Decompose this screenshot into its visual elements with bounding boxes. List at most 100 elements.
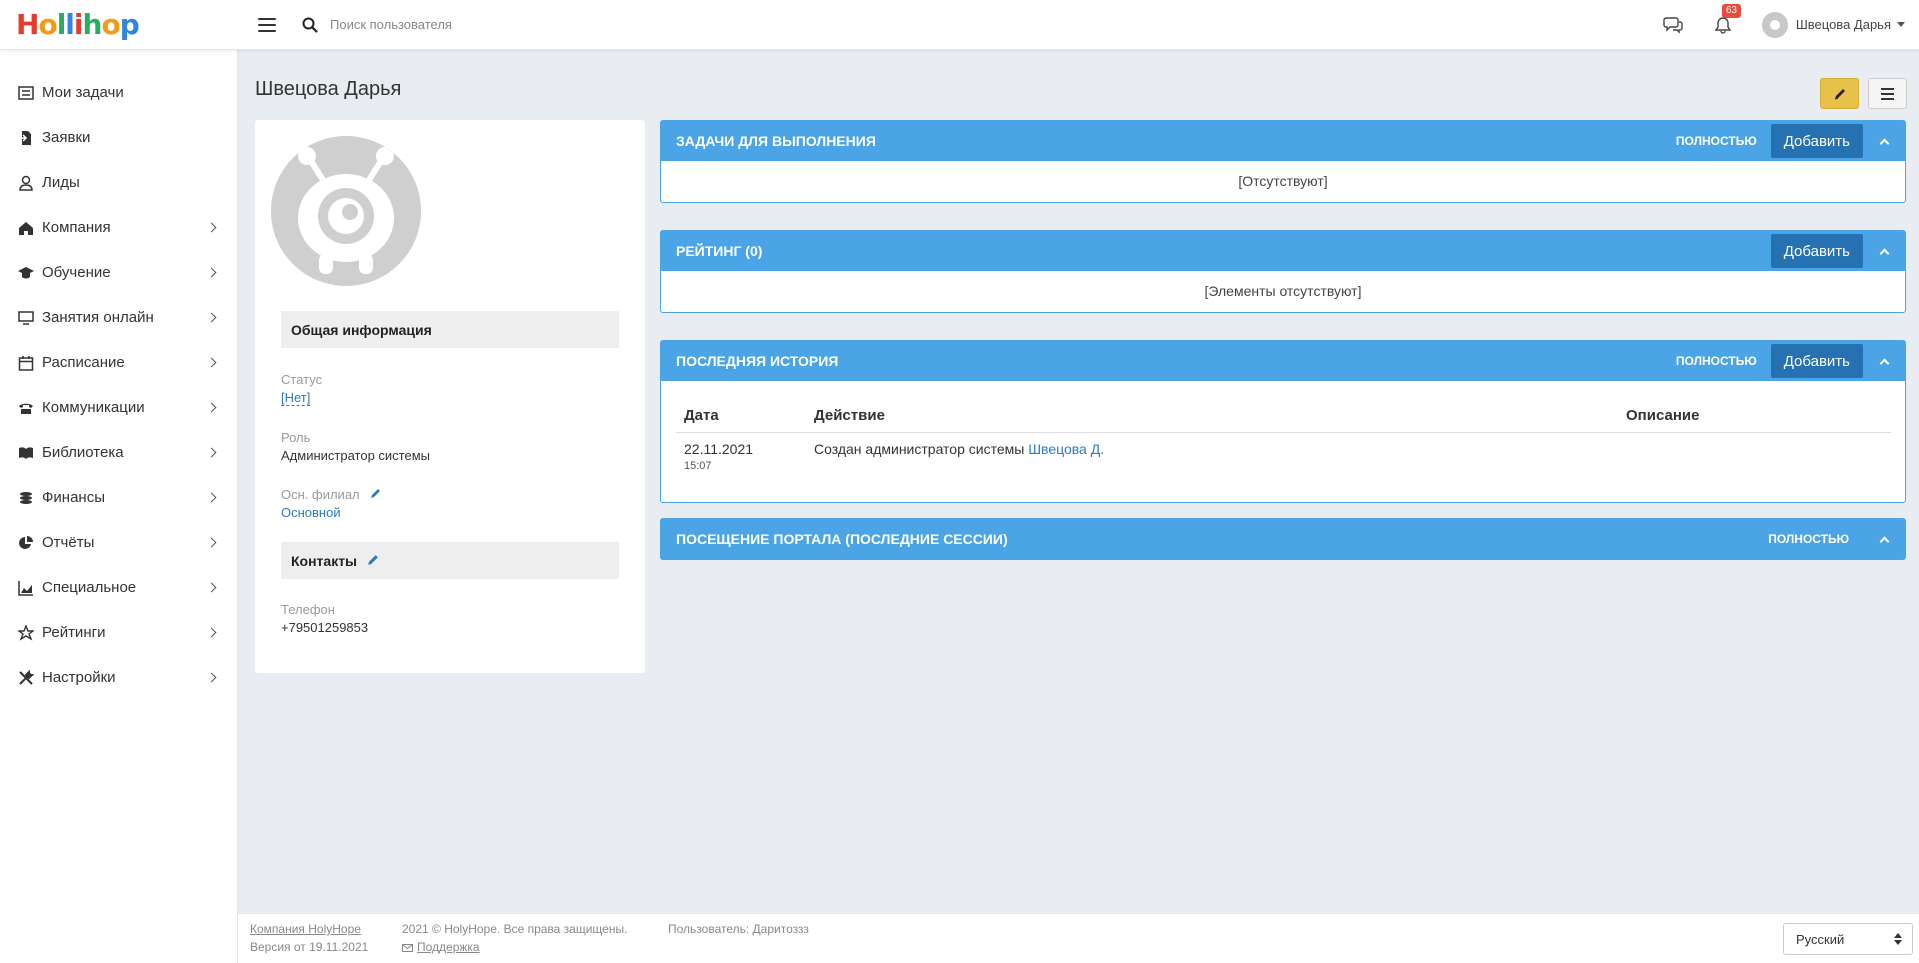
chevron-right-icon <box>206 312 217 323</box>
logo-letter: p <box>119 8 140 41</box>
area-chart-icon <box>18 580 34 596</box>
tasks-full-link[interactable]: ПОЛНОСТЬЮ <box>1676 134 1757 148</box>
chevron-right-icon <box>206 672 217 683</box>
sidebar-item[interactable]: Лиды <box>0 160 237 205</box>
chevron-right-icon <box>206 582 217 593</box>
menu-toggle-icon[interactable] <box>258 17 276 32</box>
sidebar-item-label: Компания <box>42 219 111 236</box>
sidebar-item-label: Библиотека <box>42 444 124 461</box>
sidebar-item-label: Обучение <box>42 264 111 281</box>
sidebar-item[interactable]: Отчёты <box>0 520 237 565</box>
contacts-header: Контакты <box>281 542 619 579</box>
sidebar-item-label: Финансы <box>42 489 105 506</box>
history-panel: ПОСЛЕДНЯЯ ИСТОРИЯ ПОЛНОСТЬЮ Добавить Дат… <box>660 340 1906 503</box>
sidebar-item[interactable]: Настройки <box>0 655 237 700</box>
portal-full-link[interactable]: ПОЛНОСТЬЮ <box>1768 532 1849 546</box>
history-action-text: Создан администратор системы <box>814 441 1025 457</box>
request-icon <box>18 130 34 146</box>
tasks-collapse-chevron-icon[interactable] <box>1863 121 1905 161</box>
history-add-button[interactable]: Добавить <box>1770 344 1863 378</box>
monitor-icon <box>18 310 34 326</box>
tasks-panel: ЗАДАЧИ ДЛЯ ВЫПОЛНЕНИЯ ПОЛНОСТЬЮ Добавить… <box>660 120 1906 203</box>
support-link[interactable]: Поддержка <box>417 940 480 954</box>
rating-panel-header: РЕЙТИНГ (0) Добавить <box>661 231 1905 271</box>
status-value-link[interactable]: [Нет] <box>281 390 311 406</box>
history-date-cell: 22.11.2021 15:07 <box>676 433 806 481</box>
sidebar-item[interactable]: Библиотека <box>0 430 237 475</box>
branch-value-link[interactable]: Основной <box>281 505 341 520</box>
rating-add-button[interactable]: Добавить <box>1770 234 1863 268</box>
rating-collapse-chevron-icon[interactable] <box>1863 231 1905 271</box>
star-icon <box>18 624 34 641</box>
branch-label: Осн. филиал <box>281 487 360 502</box>
portal-panel-title: ПОСЕЩЕНИЕ ПОРТАЛА (ПОСЛЕДНИЕ СЕССИИ) <box>676 531 1008 547</box>
history-panel-header: ПОСЛЕДНЯЯ ИСТОРИЯ ПОЛНОСТЬЮ Добавить <box>661 341 1905 381</box>
hollihop-logo[interactable]: Hollihop <box>0 8 238 41</box>
sidebar: Мои задачи Заявки Лиды Компания Обучение Заня… <box>0 50 238 963</box>
sidebar-item-label: Рейтинги <box>42 624 106 641</box>
branch-label-row: Осн. филиал <box>281 487 382 502</box>
sidebar-item[interactable]: Коммуникации <box>0 385 237 430</box>
sidebar-item-label: Мои задачи <box>42 84 124 101</box>
portal-sessions-panel: ПОСЕЩЕНИЕ ПОРТАЛА (ПОСЛЕДНИЕ СЕССИИ) ПОЛ… <box>660 518 1906 560</box>
sidebar-item[interactable]: Финансы <box>0 475 237 520</box>
chat-icon[interactable] <box>1662 14 1684 36</box>
portal-collapse-chevron-icon[interactable] <box>1863 519 1905 559</box>
sidebar-item[interactable]: Расписание <box>0 340 237 385</box>
history-collapse-chevron-icon[interactable] <box>1863 341 1905 381</box>
user-name: Швецова Дарья <box>1795 17 1891 32</box>
sidebar-item-label: Настройки <box>42 669 116 686</box>
company-link[interactable]: Компания HolyHope <box>250 922 361 936</box>
chevron-right-icon <box>206 492 217 503</box>
sidebar-item[interactable]: Обучение <box>0 250 237 295</box>
calendar-icon <box>18 355 34 371</box>
history-date: 22.11.2021 <box>684 441 754 457</box>
search-icon[interactable] <box>302 17 318 33</box>
sidebar-item[interactable]: Рейтинги <box>0 610 237 655</box>
pie-chart-icon <box>18 535 34 551</box>
role-value: Администратор системы <box>281 448 430 463</box>
sidebar-item[interactable]: Занятия онлайн <box>0 295 237 340</box>
general-info-header: Общая информация <box>281 311 619 348</box>
column-header-action: Действие <box>806 399 1618 433</box>
notifications-bell-icon[interactable]: 63 <box>1712 3 1741 36</box>
sidebar-item[interactable]: Заявки <box>0 115 237 160</box>
sidebar-item[interactable]: Специальное <box>0 565 237 610</box>
role-label: Роль <box>281 430 311 445</box>
logo-letter: o <box>101 8 120 41</box>
chevron-right-icon <box>206 357 217 368</box>
profile-card: Общая информация Статус [Нет] Роль Админ… <box>255 120 645 673</box>
history-action-user-link[interactable]: Швецова Д. <box>1028 441 1104 457</box>
history-full-link[interactable]: ПОЛНОСТЬЮ <box>1676 354 1757 368</box>
select-arrows-icon <box>1894 933 1902 945</box>
version-text: Версия от 19.11.2021 <box>250 940 369 954</box>
user-menu[interactable]: Швецова Дарья <box>1761 11 1905 38</box>
chevron-right-icon <box>206 267 217 278</box>
sidebar-item-label: Лиды <box>42 174 80 191</box>
chevron-right-icon <box>206 447 217 458</box>
phone-value: +79501259853 <box>281 620 369 635</box>
logo-letter: i <box>73 8 84 41</box>
edit-branch-pencil-icon[interactable] <box>370 487 382 502</box>
book-icon <box>18 445 34 461</box>
sidebar-item[interactable]: Мои задачи <box>0 70 237 115</box>
sidebar-item-label: Занятия онлайн <box>42 309 154 326</box>
contacts-title: Контакты <box>291 552 358 569</box>
top-bar: Hollihop 63 Швецова Дарья <box>0 0 1919 50</box>
search-input[interactable] <box>330 17 730 32</box>
logo-letter: o <box>38 8 57 41</box>
logo-letter: h <box>82 8 103 41</box>
footer: Компания HolyHope Версия от 19.11.2021 2… <box>238 913 1919 963</box>
sidebar-item-label: Отчёты <box>42 534 95 551</box>
edit-button[interactable] <box>1820 78 1859 109</box>
sidebar-item[interactable]: Компания <box>0 205 237 250</box>
logo-letter: l <box>65 8 75 41</box>
column-header-description: Описание <box>1618 399 1891 433</box>
coins-icon <box>18 490 34 506</box>
history-panel-title: ПОСЛЕДНЯЯ ИСТОРИЯ <box>676 353 839 369</box>
edit-contacts-pencil-icon[interactable] <box>367 553 380 569</box>
more-menu-button[interactable] <box>1868 78 1907 109</box>
language-select[interactable]: Русский <box>1783 923 1913 955</box>
tasks-add-button[interactable]: Добавить <box>1770 124 1863 158</box>
tasks-empty-text: [Отсутствуют] <box>1238 173 1328 189</box>
